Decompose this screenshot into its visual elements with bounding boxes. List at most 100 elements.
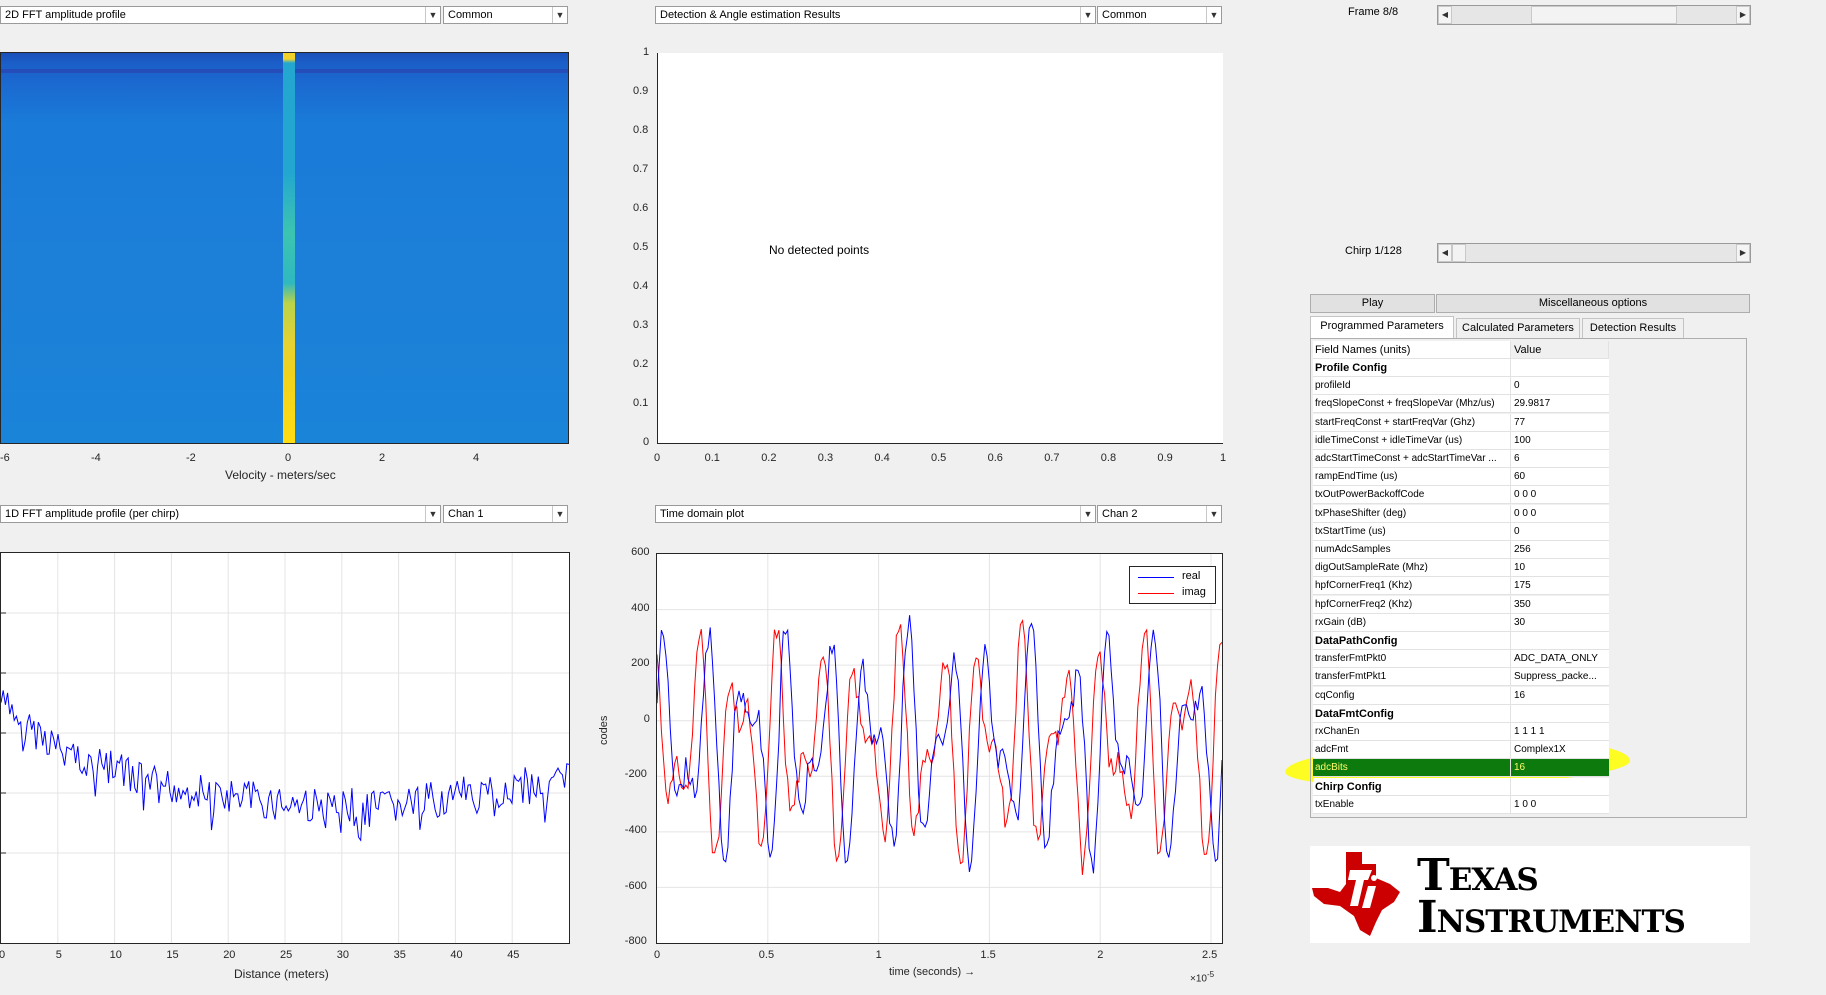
- y-tick: -600: [624, 879, 647, 892]
- table-row[interactable]: hpfCornerFreq2 (Khz) 350: [1311, 595, 1611, 614]
- x-tick: 0: [654, 452, 661, 464]
- field-name: profileId: [1313, 377, 1511, 396]
- y-tick: 0.1: [633, 397, 649, 409]
- field-name: rxChanEn: [1313, 723, 1511, 741]
- slider-thumb[interactable]: [1530, 6, 1677, 24]
- table-row[interactable]: numAdcSamples 256: [1311, 541, 1611, 559]
- x-tick: -4: [91, 452, 101, 464]
- x-tick: 2: [1097, 949, 1104, 961]
- x-tick: 2.5: [1202, 949, 1218, 961]
- section-row[interactable]: DataFmtConfig: [1311, 704, 1611, 723]
- table-row[interactable]: adcStartTimeConst + adcStartTimeVar ... 6: [1311, 450, 1611, 468]
- plot-type-select-bottom-mid[interactable]: Time domain plot ▼: [655, 505, 1096, 523]
- field-name: txOutPowerBackoffCode: [1313, 486, 1511, 505]
- misc-options-button[interactable]: Miscellaneous options: [1436, 294, 1750, 313]
- plot-type-select-top-left[interactable]: 2D FFT amplitude profile ▼: [0, 6, 441, 24]
- y-tick: 0.2: [633, 358, 649, 370]
- chirp-slider[interactable]: ◀ ▶: [1437, 243, 1751, 263]
- section-row[interactable]: Chirp Config: [1311, 777, 1611, 796]
- field-value: Suppress_packe...: [1511, 668, 1609, 687]
- table-row[interactable]: profileId 0: [1311, 377, 1611, 396]
- table-row[interactable]: rxChanEn 1 1 1 1: [1311, 723, 1611, 741]
- x-tick: 1.5: [980, 949, 996, 961]
- y-tick: 0.7: [633, 163, 649, 175]
- channel-select-bottom-mid[interactable]: Chan 2 ▼: [1097, 505, 1222, 523]
- slider-left-icon[interactable]: ◀: [1438, 244, 1452, 262]
- field-name: cqConfig: [1313, 686, 1511, 705]
- chevron-down-icon: ▼: [1080, 7, 1095, 23]
- detection-axes: No detected points: [657, 53, 1223, 444]
- table-row[interactable]: rampEndTime (us) 60: [1311, 468, 1611, 487]
- x-axis-label: Distance (meters): [234, 967, 329, 981]
- field-value: 29.9817: [1511, 395, 1609, 414]
- y-tick: 0.4: [633, 280, 649, 292]
- table-row[interactable]: adcFmt Complex1X: [1311, 741, 1611, 760]
- tab-detection-results[interactable]: Detection Results: [1582, 318, 1684, 338]
- field-name: transferFmtPkt1: [1313, 668, 1511, 687]
- mode-select-top-mid[interactable]: Common ▼: [1097, 6, 1222, 24]
- x-tick: 1: [875, 949, 882, 961]
- field-name: rampEndTime (us): [1313, 468, 1511, 487]
- y-axis-label: codes: [598, 715, 610, 745]
- table-row[interactable]: idleTimeConst + idleTimeVar (us) 100: [1311, 431, 1611, 450]
- select-value: Chan 2: [1102, 508, 1138, 520]
- field-name: startFreqConst + startFreqVar (Ghz): [1313, 413, 1511, 432]
- x-tick: 2: [379, 452, 386, 464]
- table-row[interactable]: txOutPowerBackoffCode 0 0 0: [1311, 486, 1611, 505]
- logo-instruments: Instruments: [1417, 896, 1686, 940]
- mode-select-top-left[interactable]: Common ▼: [443, 6, 568, 24]
- ti-map-icon: [1312, 852, 1400, 936]
- section-row[interactable]: DataPathConfig: [1311, 632, 1611, 650]
- table-row[interactable]: startFreqConst + startFreqVar (Ghz) 77: [1311, 413, 1611, 432]
- legend: real imag: [1129, 566, 1216, 604]
- table-row[interactable]: digOutSampleRate (Mhz) 10: [1311, 559, 1611, 578]
- plot-type-select-bottom-left[interactable]: 1D FFT amplitude profile (per chirp) ▼: [0, 505, 441, 523]
- plot-type-select-top-mid[interactable]: Detection & Angle estimation Results ▼: [655, 6, 1096, 24]
- table-row[interactable]: rxGain (dB) 30: [1311, 613, 1611, 632]
- imag-series: [657, 618, 1222, 875]
- chevron-down-icon: ▼: [1206, 506, 1221, 522]
- table-row[interactable]: adcBits 16: [1311, 759, 1611, 778]
- select-value: Chan 1: [448, 508, 484, 520]
- chevron-down-icon: ▼: [1080, 506, 1095, 522]
- exponent-base: ×10: [1190, 973, 1207, 985]
- field-name: txPhaseShifter (deg): [1313, 504, 1511, 523]
- table-row[interactable]: hpfCornerFreq1 (Khz) 175: [1311, 577, 1611, 596]
- frame-slider[interactable]: ◀ ▶: [1437, 5, 1751, 25]
- channel-select-bottom-left[interactable]: Chan 1 ▼: [443, 505, 568, 523]
- table-row[interactable]: freqSlopeConst + freqSlopeVar (Mhz/us) 29…: [1311, 395, 1611, 414]
- y-tick: -800: [624, 935, 647, 948]
- table-row[interactable]: transferFmtPkt1 Suppress_packe...: [1311, 668, 1611, 687]
- select-value: Common: [448, 9, 493, 21]
- y-tick: 0.8: [633, 124, 649, 136]
- section-row[interactable]: Profile Config: [1311, 359, 1611, 377]
- x-tick: 0.3: [817, 452, 834, 464]
- table-row[interactable]: txPhaseShifter (deg) 0 0 0: [1311, 504, 1611, 523]
- slider-right-icon[interactable]: ▶: [1736, 244, 1750, 262]
- tab-calculated-parameters[interactable]: Calculated Parameters: [1456, 318, 1580, 338]
- field-name: Profile Config: [1313, 359, 1511, 377]
- select-value: 1D FFT amplitude profile (per chirp): [5, 508, 180, 520]
- x-tick: 0.4: [874, 452, 890, 464]
- tab-programmed-parameters[interactable]: Programmed Parameters: [1310, 316, 1454, 338]
- logo-instruments-text: Instruments: [1417, 892, 1686, 943]
- field-value: 0 0 0: [1511, 486, 1609, 505]
- x-tick: 45: [507, 949, 520, 961]
- y-tick: 1: [643, 46, 650, 58]
- table-row[interactable]: txStartTime (us) 0: [1311, 522, 1611, 541]
- chirp-label: Chirp 1/128: [1345, 245, 1402, 257]
- range-profile-axes: [0, 552, 570, 944]
- chevron-down-icon: ▼: [1206, 7, 1221, 23]
- play-button[interactable]: Play: [1310, 294, 1435, 313]
- table-row[interactable]: cqConfig 16: [1311, 686, 1611, 705]
- parameters-table-panel: Field Names (units) Value Profile Config…: [1310, 338, 1747, 818]
- field-value: 0: [1511, 377, 1609, 396]
- slider-right-icon[interactable]: ▶: [1736, 6, 1750, 24]
- field-name: numAdcSamples: [1313, 541, 1511, 559]
- x-tick: 0: [0, 949, 6, 961]
- table-row[interactable]: txEnable 1 0 0: [1311, 795, 1611, 814]
- chevron-down-icon: ▼: [425, 7, 440, 23]
- slider-left-icon[interactable]: ◀: [1438, 6, 1452, 24]
- slider-thumb[interactable]: [1452, 244, 1466, 262]
- table-row[interactable]: transferFmtPkt0 ADC_DATA_ONLY: [1311, 650, 1611, 669]
